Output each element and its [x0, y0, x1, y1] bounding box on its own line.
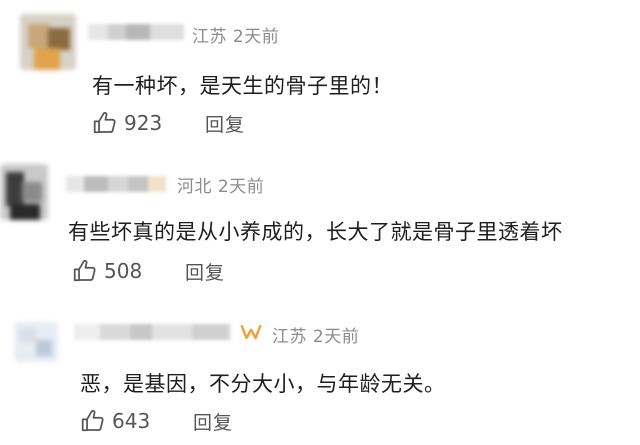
comment-text: 恶，是基因，不分大小，与年龄无关。 [80, 372, 446, 396]
blur-segment [128, 176, 148, 192]
like-count: 508 [104, 259, 143, 283]
comment-text: 有些坏真的是从小养成的，长大了就是骨子里透着坏 [68, 220, 563, 244]
like-button[interactable]: 923 [92, 110, 162, 136]
avatar-pixel [22, 182, 42, 202]
avatar-pixel [20, 328, 36, 342]
comment-item: 江苏 2天前 有一种坏，是天生的骨子里的！ 923 回复 [0, 0, 640, 150]
comment-actions: 508 回复 [72, 258, 372, 288]
comment-meta: 江苏 2天前 [192, 22, 279, 47]
blur-segment [100, 324, 130, 340]
thumbs-up-icon [81, 409, 104, 432]
like-button[interactable]: 508 [72, 258, 142, 284]
location: 江苏 [272, 327, 307, 347]
blur-segment [108, 24, 126, 40]
blur-segment [152, 324, 192, 340]
blur-segment [148, 176, 166, 192]
vip-badge-icon [240, 324, 262, 340]
timestamp: 2天前 [217, 177, 265, 197]
avatar-pixel [34, 48, 60, 70]
blur-segment [74, 324, 100, 340]
location: 河北 [177, 177, 212, 197]
location: 江苏 [192, 27, 227, 47]
avatar-pixel [10, 204, 40, 220]
blur-segment [150, 24, 184, 40]
comment-item: 河北 2天前 有些坏真的是从小养成的，长大了就是骨子里透着坏 508 回复 [0, 150, 640, 300]
timestamp: 2天前 [232, 27, 280, 47]
comment-actions: 923 回复 [92, 110, 392, 140]
avatar-pixel [28, 24, 50, 48]
comment-text: 有一种坏，是天生的骨子里的！ [92, 74, 393, 98]
avatar[interactable] [20, 14, 76, 70]
thumbs-up-icon [93, 111, 116, 134]
avatar-pixel [36, 340, 52, 356]
like-count: 923 [124, 111, 163, 135]
blur-segment [126, 24, 150, 40]
blur-segment [192, 324, 230, 340]
reply-button[interactable]: 回复 [205, 110, 245, 140]
blur-segment [66, 176, 84, 192]
comment-meta: 江苏 2天前 [272, 322, 359, 347]
timestamp: 2天前 [312, 327, 360, 347]
like-button[interactable]: 643 [80, 408, 150, 434]
blur-segment [88, 24, 108, 40]
like-count: 643 [112, 409, 151, 433]
thumbs-up-icon [73, 259, 96, 282]
reply-button[interactable]: 回复 [185, 258, 225, 288]
avatar-pixel [48, 28, 70, 50]
blur-segment [108, 176, 128, 192]
avatar[interactable] [0, 164, 48, 220]
reply-button[interactable]: 回复 [193, 408, 233, 438]
username-blurred[interactable] [66, 176, 166, 192]
blur-segment [84, 176, 108, 192]
comment-meta: 河北 2天前 [177, 172, 264, 197]
avatar[interactable] [14, 322, 58, 362]
comment-item: 江苏 2天前 恶，是基因，不分大小，与年龄无关。 643 回复 [0, 300, 640, 445]
comment-actions: 643 回复 [80, 408, 380, 438]
blur-segment [130, 324, 152, 340]
username-blurred[interactable] [88, 24, 184, 40]
username-blurred[interactable] [74, 324, 230, 340]
